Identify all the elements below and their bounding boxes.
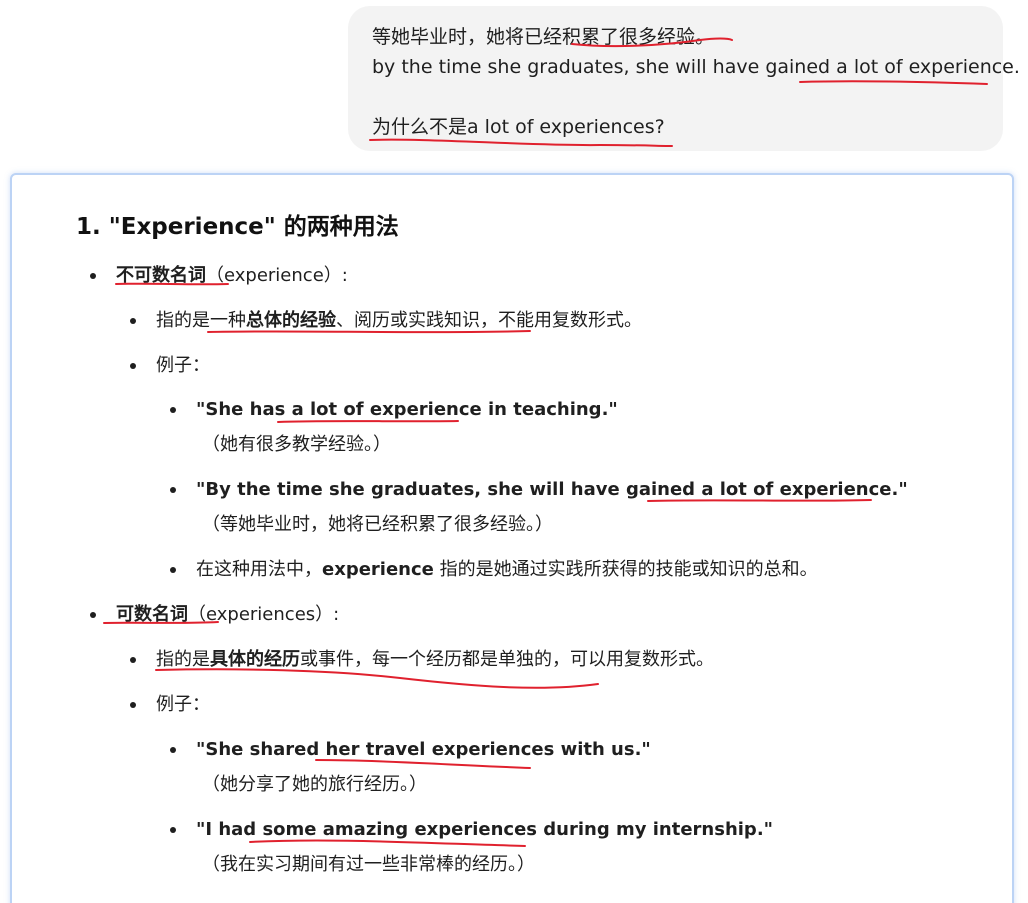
example-english: "I had some amazing experiences during m…	[196, 819, 774, 840]
bullet-icon	[130, 318, 136, 324]
bullet-icon	[170, 747, 176, 753]
user-message-bubble: 等她毕业时，她将已经积累了很多经验。 by the time she gradu…	[348, 6, 1020, 151]
list-item-countable: 可数名词（experiences）:	[116, 602, 339, 628]
user-message-line: 等她毕业时，她将已经积累了很多经验。	[372, 26, 715, 48]
list-item-examples-label: 例子：	[156, 694, 210, 715]
usage-note: 在这种用法中，experience 指的是她通过实践所获得的技能或知识的总和。	[196, 559, 818, 580]
list-item-examples-label: 例子：	[156, 355, 210, 376]
bullet-icon	[130, 702, 136, 708]
example-english: "She shared her travel experiences with …	[196, 739, 651, 760]
definition-emphasis: 总体的经验	[246, 310, 336, 331]
term-label: 不可数名词	[116, 265, 206, 286]
list-item-definition: 指的是一种总体的经验、阅历或实践知识，不能用复数形式。	[156, 310, 642, 331]
bullet-icon	[170, 407, 176, 413]
bullet-icon	[90, 273, 96, 279]
section-heading: 1. "Experience" 的两种用法	[76, 214, 399, 240]
bullet-icon	[170, 487, 176, 493]
term-note: （experiences）:	[188, 604, 340, 625]
example-translation: （她有很多教学经验。）	[202, 434, 391, 455]
user-message-question: 为什么不是a lot of experiences?	[372, 116, 665, 138]
list-item-definition: 指的是具体的经历或事件，每一个经历都是单独的，可以用复数形式。	[156, 649, 714, 670]
example-translation: （她分享了她的旅行经历。）	[202, 774, 427, 795]
user-message-line: by the time she graduates, she will have…	[372, 56, 1020, 78]
example-translation: （我在实习期间有过一些非常棒的经历。）	[202, 854, 535, 875]
example-english: "She has a lot of experience in teaching…	[196, 399, 618, 420]
bullet-icon	[130, 363, 136, 369]
bullet-icon	[130, 657, 136, 663]
definition-emphasis: 具体的经历	[210, 649, 300, 670]
term-label: 可数名词	[116, 604, 188, 625]
bullet-icon	[170, 567, 176, 573]
list-item-uncountable: 不可数名词（experience）:	[116, 263, 348, 289]
example-english: "By the time she graduates, she will hav…	[196, 479, 908, 500]
bullet-icon	[170, 827, 176, 833]
assistant-answer: 1. "Experience" 的两种用法 不可数名词（experience）:…	[10, 173, 1014, 903]
example-translation: （等她毕业时，她将已经积累了很多经验。）	[202, 514, 553, 535]
term-note: （experience）:	[206, 265, 348, 286]
bullet-icon	[90, 612, 96, 618]
